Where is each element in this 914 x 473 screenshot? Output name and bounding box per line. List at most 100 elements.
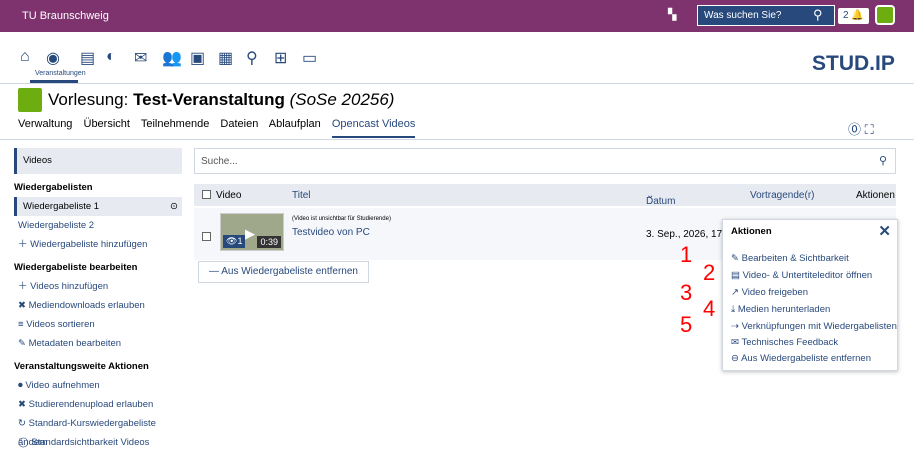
annotation-4: 4 xyxy=(703,296,716,321)
default-visibility-link[interactable]: ◯ Standardsichtbarkeit Videos xyxy=(14,433,182,452)
sidebar: Videos Wiedergabelisten Wiedergabeliste … xyxy=(14,148,182,452)
notification-counter[interactable]: 2 🔔 xyxy=(838,8,869,24)
col-date[interactable]: Datum ⌄ xyxy=(646,190,675,207)
refresh-icon: ↻ xyxy=(18,418,29,429)
duration-badge: 0:39 xyxy=(257,236,281,248)
search-icon[interactable]: ⚲ xyxy=(813,7,823,23)
playlists-heading: Wiedergabelisten xyxy=(14,182,93,193)
sidebar-playlist-1[interactable]: Wiedergabeliste 1 ⊙ xyxy=(14,197,182,216)
help-fullscreen: ⓪ ⛶ xyxy=(848,119,874,138)
menu-title: Aktionen xyxy=(731,226,772,237)
add-videos-link[interactable]: ＋ Videos hinzufügen xyxy=(14,277,182,296)
menu-item-edit[interactable]: ✎ Bearbeiten & Sichtbarkeit xyxy=(731,253,849,264)
link-icon: ⇢ xyxy=(731,321,742,332)
messages-board-icon[interactable]: ▤ xyxy=(80,48,98,67)
close-icon[interactable]: ✕ xyxy=(878,222,891,240)
community-icon[interactable]: ◐ xyxy=(106,48,124,66)
org-name: TU Braunschweig xyxy=(22,10,109,22)
student-upload-link[interactable]: ✖ Studierendenupload erlauben xyxy=(14,395,182,414)
tab-ablaufplan[interactable]: Ablaufplan xyxy=(269,118,321,130)
home-icon[interactable]: ⌂ xyxy=(20,48,38,66)
main-nav: ⌂ ◉ Veranstaltungen ▤ ◐ ✉ 👥 ▣ ▦ ⚲ ⊞ ▭ xyxy=(0,32,914,84)
x-icon: ✖ xyxy=(18,300,29,311)
share-icon: ↗ xyxy=(731,287,742,298)
col-video: Video xyxy=(216,190,242,201)
record-video-link[interactable]: ⏺ Video aufnehmen xyxy=(14,376,182,395)
mail-icon[interactable]: ✉ xyxy=(134,48,152,67)
col-title[interactable]: Titel xyxy=(292,190,311,201)
download-icon: ⤓ xyxy=(731,304,738,315)
schedule-icon[interactable]: ▦ xyxy=(218,48,236,67)
annotation-2: 2 xyxy=(703,260,716,285)
menu-item-editor[interactable]: ▤ Video- & Untertiteleditor öffnen xyxy=(731,270,872,281)
col-speaker[interactable]: Vortragende(r) xyxy=(750,190,814,201)
minus-icon: — xyxy=(209,266,222,277)
add-playlist-link[interactable]: ＋ Wiedergabeliste hinzufügen xyxy=(14,235,182,254)
edit-icon: ✎ xyxy=(18,338,29,349)
remove-from-playlist-button[interactable]: — Aus Wiedergabeliste entfernen xyxy=(198,261,369,283)
sidebar-playlist-2[interactable]: Wiedergabeliste 2 xyxy=(14,216,182,235)
menu-item-feedback[interactable]: ✉ Technisches Feedback xyxy=(731,337,838,348)
page-title: Vorlesung: Test-Veranstaltung (SoSe 2025… xyxy=(48,90,395,109)
profile-icon[interactable]: ▣ xyxy=(190,48,208,67)
search-icon[interactable]: ⚲ xyxy=(246,48,264,67)
course-icon xyxy=(18,88,42,112)
courses-icon[interactable]: ◉ xyxy=(46,48,64,67)
course-tabs: Verwaltung Übersicht Teilnehmende Dateie… xyxy=(18,118,423,138)
divider xyxy=(0,139,914,140)
main-content: Suche... ⚲ Video Titel Datum ⌄ Vortragen… xyxy=(194,148,896,283)
edit-metadata-link[interactable]: ✎ Metadaten bearbeiten xyxy=(14,334,182,353)
top-bar: TU Braunschweig ▚ Was suchen Sie? ⚲ 2 🔔 xyxy=(0,0,914,32)
tab-opencast-videos[interactable]: Opencast Videos xyxy=(331,118,416,138)
menu-item-share[interactable]: ↗ Video freigeben xyxy=(731,287,808,298)
tools-icon[interactable]: ⊞ xyxy=(274,48,292,67)
apps-icon[interactable]: ▚ xyxy=(668,8,680,21)
edit-heading: Wiedergabeliste bearbeiten xyxy=(14,262,138,273)
annotation-5: 5 xyxy=(680,312,693,337)
video-search-input[interactable]: Suche... xyxy=(194,148,896,174)
video-title-link[interactable]: Testvideo von PC xyxy=(292,227,370,238)
select-all-checkbox[interactable] xyxy=(202,190,211,202)
admin-icon[interactable]: ▭ xyxy=(302,48,320,67)
video-thumbnail[interactable]: ▶ 👁1 0:39 xyxy=(220,213,284,251)
default-playlist-link[interactable]: ↻ Standard-Kurswiedergabeliste ändern xyxy=(14,414,182,448)
views-badge: 👁1 xyxy=(223,235,246,248)
visibility-note: (Video ist unsichtbar für Studierende) xyxy=(292,216,391,222)
studip-logo[interactable]: STUD.IP xyxy=(812,52,895,76)
plus-icon: ＋ xyxy=(18,239,31,250)
sort-videos-link[interactable]: ≡ Videos sortieren xyxy=(14,315,182,334)
eye-icon: ◯ xyxy=(18,437,32,448)
edit-icon: ✎ xyxy=(731,253,742,264)
row-checkbox[interactable] xyxy=(202,228,211,246)
allow-downloads-link[interactable]: ✖ Mediendownloads erlauben xyxy=(14,296,182,315)
tab-uebersicht[interactable]: Übersicht xyxy=(84,118,130,130)
annotation-1: 1 xyxy=(680,242,693,267)
minus-circle-icon: ⊖ xyxy=(731,353,742,364)
table-header: Video Titel Datum ⌄ Vortragende(r) Aktio… xyxy=(194,184,896,207)
tab-verwaltung[interactable]: Verwaltung xyxy=(18,118,72,130)
avatar[interactable] xyxy=(875,5,895,25)
check-circle-icon: ⊙ xyxy=(170,201,178,212)
sidebar-videos[interactable]: Videos xyxy=(14,148,182,174)
tab-dateien[interactable]: Dateien xyxy=(220,118,258,130)
menu-item-playlist-links[interactable]: ⇢ Verknüpfungen mit Wiedergabelisten xyxy=(731,321,897,332)
help-icon[interactable]: ⓪ xyxy=(848,122,861,137)
x-icon: ✖ xyxy=(18,399,29,410)
plus-icon: ＋ xyxy=(18,281,31,292)
actions-menu: Aktionen ✕ ✎ Bearbeiten & Sichtbarkeit ▤… xyxy=(722,219,898,371)
list-icon: ≡ xyxy=(18,319,27,330)
active-nav-indicator xyxy=(30,80,78,83)
tab-teilnehmende[interactable]: Teilnehmende xyxy=(141,118,210,130)
editor-icon: ▤ xyxy=(731,270,743,281)
col-actions: Aktionen xyxy=(856,190,895,201)
menu-item-remove[interactable]: ⊖ Aus Wiedergabeliste entfernen xyxy=(731,353,871,364)
play-icon: ▶ xyxy=(245,226,255,241)
nav-label-courses: Veranstaltungen xyxy=(35,70,86,77)
course-actions-heading: Veranstaltungsweite Aktionen xyxy=(14,361,149,372)
people-icon[interactable]: 👥 xyxy=(162,48,182,67)
feedback-icon: ✉ xyxy=(731,337,742,348)
fullscreen-icon[interactable]: ⛶ xyxy=(865,122,874,137)
menu-item-download[interactable]: ⤓ Medien herunterladen xyxy=(731,304,830,315)
search-icon[interactable]: ⚲ xyxy=(870,148,896,174)
annotation-3: 3 xyxy=(680,280,693,305)
